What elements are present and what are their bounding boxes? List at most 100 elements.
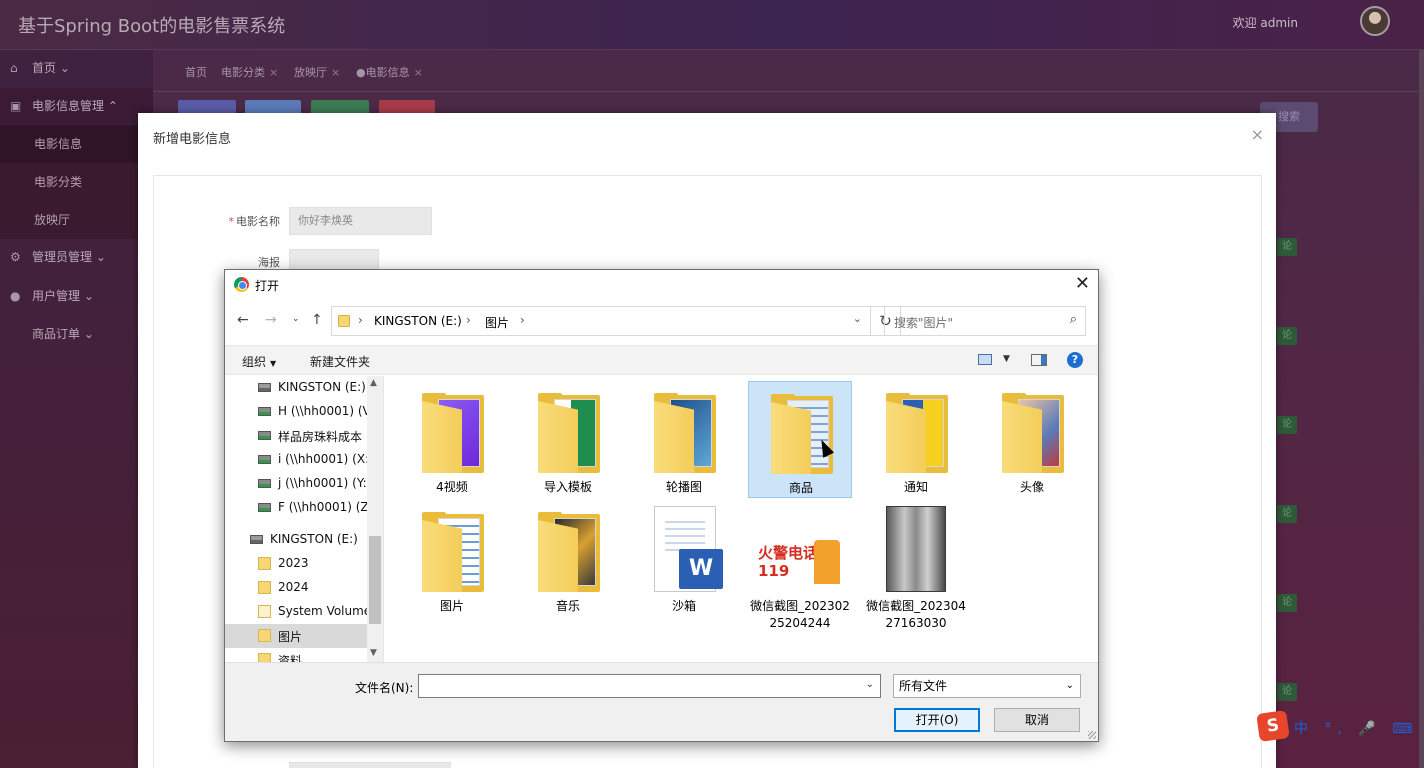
sidebar-item-label: 电影信息管理 ⌃ — [32, 99, 118, 113]
tree-item[interactable]: 2023 — [225, 552, 367, 576]
sidebar-item-movie-info-management[interactable]: ▣ 电影信息管理 ⌃ — [0, 88, 153, 124]
sidebar-item-admin-management[interactable]: ⚙ 管理员管理 ⌄ — [0, 239, 153, 275]
dialog-title: 打开 — [255, 279, 280, 293]
ime-items[interactable]: 中 °, 🎤 ⌨ 👕 ⠿ — [1294, 718, 1424, 738]
poster-upload[interactable] — [289, 249, 379, 271]
sidebar-item-product-orders[interactable]: 商品订单 ⌄ — [0, 316, 153, 352]
chevron-down-icon[interactable]: ⌄ — [1066, 675, 1074, 697]
avatar[interactable] — [1360, 6, 1390, 36]
sidebar-item-home[interactable]: ⌂ 首页 ⌄ — [0, 50, 153, 86]
filetype-select[interactable]: 所有文件 ⌄ — [893, 674, 1081, 698]
up-icon[interactable]: ↑ — [311, 312, 323, 328]
view-icon[interactable] — [978, 354, 992, 365]
chevron-down-icon[interactable]: ⌄ — [866, 679, 874, 690]
tab-hall[interactable]: 放映厅 × — [294, 64, 340, 80]
address-bar[interactable]: › KINGSTON (E:) › 图片 › ⌄ — [331, 306, 871, 336]
tree-item[interactable]: System Volume — [225, 600, 367, 624]
folder-icon — [886, 393, 948, 473]
preview-pane-icon[interactable] — [1031, 354, 1047, 366]
back-icon[interactable]: ← — [237, 312, 249, 328]
row-action[interactable]: 论 — [1277, 683, 1297, 701]
tree-item[interactable]: j (\\hh0001) (Y: — [225, 472, 367, 496]
tree-item[interactable]: 2024 — [225, 576, 367, 600]
forward-icon[interactable]: → — [265, 312, 277, 328]
folder-icon — [1002, 393, 1064, 473]
new-folder-button[interactable]: 新建文件夹 — [310, 353, 370, 370]
tab-home[interactable]: 首页 — [185, 64, 207, 80]
scroll-down-icon[interactable]: ▼ — [370, 648, 377, 658]
movie-name-input[interactable]: 你好李焕英 — [289, 207, 432, 235]
scroll-up-icon[interactable]: ▲ — [370, 378, 377, 388]
breadcrumb-drive[interactable]: KINGSTON (E:) — [374, 314, 462, 328]
tree-item[interactable]: F (\\hh0001) (Z — [225, 496, 367, 520]
sidebar-item-label: 商品订单 ⌄ — [32, 327, 94, 341]
help-icon[interactable]: ? — [1067, 352, 1083, 368]
row-action[interactable]: 论 — [1277, 238, 1297, 256]
close-icon[interactable]: × — [269, 66, 278, 79]
network-drive-icon — [258, 455, 271, 464]
tree-item[interactable]: i (\\hh0001) (X: — [225, 448, 367, 472]
file-item-image[interactable]: 火警电话 119 微信截图_20230225204244 — [748, 500, 852, 630]
file-item-folder-selected[interactable]: 商品 — [748, 381, 852, 498]
row-action[interactable]: 论 — [1277, 327, 1297, 345]
close-icon[interactable]: × — [331, 66, 340, 79]
tree-item[interactable]: 资料 — [225, 648, 367, 662]
file-item-folder[interactable]: 4视频 — [400, 381, 504, 498]
tree-item[interactable]: KINGSTON (E:) — [225, 528, 367, 552]
dialog-close-button[interactable]: ✕ — [1075, 273, 1090, 294]
tab-bar: 首页 电影分类 × 放映厅 × ●电影信息 × — [153, 50, 1424, 92]
tree-item[interactable]: KINGSTON (E:) — [225, 376, 367, 400]
sidebar: ⌂ 首页 ⌄ ▣ 电影信息管理 ⌃ 电影信息 电影分类 放映厅 ⚙ 管理员管理 … — [0, 50, 153, 768]
file-item-folder[interactable]: 图片 — [400, 500, 504, 617]
image-thumbnail-icon — [886, 506, 946, 592]
file-list: 4视频 导入模板 轮播图 商品 通知 头像 图片 音乐 W 沙箱 火警电话 11… — [383, 376, 1098, 662]
sidebar-item-hall[interactable]: 放映厅 — [0, 201, 153, 239]
tree-scrollbar[interactable]: ▲ ▼ — [367, 376, 383, 662]
filename-input[interactable]: ⌄ — [418, 674, 881, 698]
row-action[interactable]: 论 — [1277, 594, 1297, 612]
chevron-down-icon[interactable]: ▼ — [1003, 354, 1010, 364]
file-item-folder[interactable]: 音乐 — [516, 500, 620, 617]
open-button[interactable]: 打开(O) — [894, 708, 980, 732]
dialog-footer: 文件名(N): ⌄ 所有文件 ⌄ 打开(O) 取消 — [225, 662, 1098, 741]
tree-item[interactable]: 样品房珠料成本 — [225, 424, 367, 448]
tree-item-selected[interactable]: 图片 — [225, 624, 367, 648]
scrollbar-thumb[interactable] — [369, 536, 381, 624]
chevron-down-icon[interactable]: ⌄ — [853, 312, 862, 325]
file-item-image[interactable]: 微信截图_20230427163030 — [864, 500, 968, 630]
sidebar-item-movie-category[interactable]: 电影分类 — [0, 163, 153, 201]
chevron-right-icon[interactable]: › — [520, 313, 525, 327]
cancel-button[interactable]: 取消 — [994, 708, 1080, 732]
briefcase-icon: ▣ — [10, 99, 22, 113]
close-icon[interactable]: × — [414, 66, 423, 79]
organize-button[interactable]: 组织 ▼ — [242, 353, 276, 370]
resize-grip[interactable] — [1088, 731, 1096, 739]
tab-movie-category[interactable]: 电影分类 × — [221, 64, 278, 80]
breadcrumb-folder[interactable]: 图片 — [485, 314, 509, 331]
page-scrollbar[interactable] — [1419, 50, 1424, 768]
recent-locations-icon[interactable]: ⌄ — [292, 314, 300, 324]
search-input[interactable]: 搜索"图片" ⌕ — [884, 306, 1086, 336]
dialog-navbar: ← → ⌄ ↑ › KINGSTON (E:) › 图片 › ⌄ ↻ 搜索"图片… — [225, 300, 1098, 342]
form-field-bottom[interactable] — [289, 762, 451, 768]
modal-close-button[interactable]: × — [1251, 125, 1264, 144]
file-item-folder[interactable]: 导入模板 — [516, 381, 620, 498]
row-action[interactable]: 论 — [1277, 416, 1297, 434]
file-item-word-doc[interactable]: W 沙箱 — [632, 500, 736, 617]
file-item-folder[interactable]: 轮播图 — [632, 381, 736, 498]
sidebar-item-movie-info[interactable]: 电影信息 — [0, 125, 153, 163]
dialog-titlebar[interactable]: 打开 ✕ — [225, 270, 1098, 300]
chevron-right-icon[interactable]: › — [466, 313, 471, 327]
chevron-right-icon[interactable]: › — [358, 313, 363, 327]
sogou-logo-icon[interactable]: S — [1256, 710, 1290, 742]
tree-item[interactable]: H (\\hh0001) (V — [225, 400, 367, 424]
file-item-folder[interactable]: 通知 — [864, 381, 968, 498]
sidebar-item-label: 首页 ⌄ — [32, 61, 70, 75]
file-item-folder[interactable]: 头像 — [980, 381, 1084, 498]
tab-movie-info[interactable]: ●电影信息 × — [356, 64, 423, 80]
row-action[interactable]: 论 — [1277, 505, 1297, 523]
file-open-dialog: 打开 ✕ ← → ⌄ ↑ › KINGSTON (E:) › 图片 › ⌄ ↻ … — [224, 269, 1099, 742]
file-label: 头像 — [1019, 480, 1044, 494]
sidebar-item-user-management[interactable]: ● 用户管理 ⌄ — [0, 278, 153, 314]
welcome-text[interactable]: 欢迎 admin — [1233, 14, 1298, 31]
